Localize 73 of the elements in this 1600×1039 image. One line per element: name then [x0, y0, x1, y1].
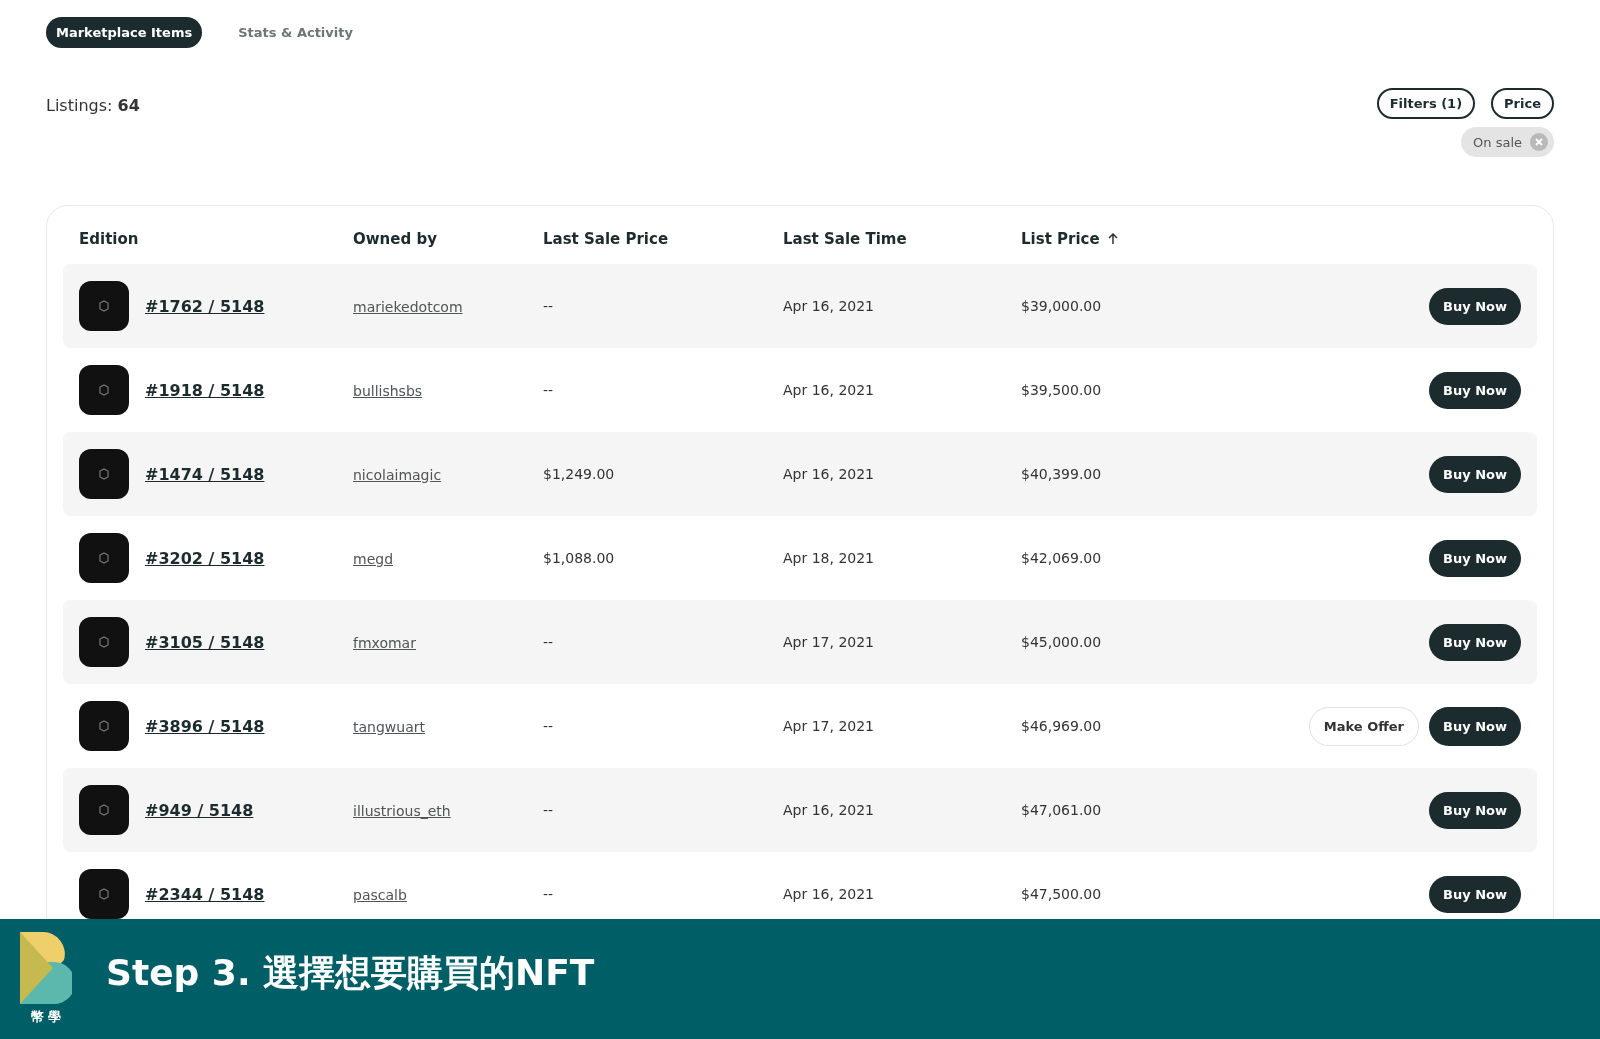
owner-link[interactable]: mariekedotcom: [353, 298, 463, 315]
table-cell-text: $39,000.00: [1021, 298, 1103, 314]
table-cell-text: Apr 18, 2021: [783, 550, 875, 566]
owner-link[interactable]: illustrious_eth: [353, 802, 451, 819]
buy-now-button[interactable]: Buy Now: [1429, 623, 1521, 661]
table-cell-text: Apr 16, 2021: [783, 382, 875, 398]
edition-link[interactable]: #3896 / 5148: [145, 716, 265, 736]
edition-link[interactable]: #949 / 5148: [145, 800, 254, 820]
nft-icon: [98, 552, 110, 564]
table-cell-text: --: [543, 298, 555, 314]
buy-now-button[interactable]: Buy Now: [1429, 539, 1521, 577]
table-cell-text: $47,500.00: [1021, 886, 1103, 902]
filter-button[interactable]: Filters (1): [1376, 88, 1476, 119]
owner-link[interactable]: fmxomar: [353, 634, 416, 651]
table-cell-text: $1,088.00: [543, 550, 616, 566]
column-header[interactable]: Last Sale Time: [783, 230, 1021, 248]
column-header[interactable]: Owned by: [353, 230, 543, 248]
table-cell-text: Apr 16, 2021: [783, 802, 875, 818]
table-cell-text: Apr 16, 2021: [783, 298, 875, 314]
make-offer-button[interactable]: Make Offer: [1308, 706, 1419, 746]
column-header[interactable]: Edition: [79, 230, 353, 248]
nft-icon: [98, 468, 110, 480]
owner-link[interactable]: megd: [353, 550, 394, 567]
edition-link[interactable]: #3202 / 5148: [145, 548, 265, 568]
listings-count: Listings: 64: [46, 96, 140, 115]
buy-now-button[interactable]: Buy Now: [1429, 706, 1521, 746]
nft-icon: [98, 384, 110, 396]
table-cell-text: $45,000.00: [1021, 634, 1103, 650]
table-cell-text: Apr 17, 2021: [783, 718, 875, 734]
table-cell-text: $40,399.00: [1021, 466, 1103, 482]
table-cell-text: --: [543, 718, 555, 734]
table-cell-text: $39,500.00: [1021, 382, 1103, 398]
table-cell-text: $47,061.00: [1021, 802, 1103, 818]
filter-chip[interactable]: On sale: [1461, 127, 1554, 157]
nft-icon: [98, 720, 110, 732]
owner-link[interactable]: nicolaimagic: [353, 466, 442, 483]
owner-link[interactable]: pascalb: [353, 886, 407, 903]
nft-icon: [98, 636, 110, 648]
table-cell-text: $42,069.00: [1021, 550, 1103, 566]
chip-label: On sale: [1473, 134, 1522, 150]
table-cell-text: --: [543, 802, 555, 818]
table-cell-text: --: [543, 382, 555, 398]
tab[interactable]: Marketplace Items: [46, 17, 203, 48]
table-cell-text: $1,249.00: [543, 466, 616, 482]
edition-link[interactable]: #1474 / 5148: [145, 464, 265, 484]
column-header[interactable]: Last Sale Price: [543, 230, 783, 248]
nft-icon: [98, 888, 110, 900]
table-cell-text: Apr 17, 2021: [783, 634, 875, 650]
logo-icon: [20, 932, 72, 1004]
caption-title: Step 3. 選擇想要購買的NFT: [106, 950, 595, 995]
table-cell-text: Apr 16, 2021: [783, 466, 875, 482]
buy-now-button[interactable]: Buy Now: [1429, 371, 1521, 409]
buy-now-button[interactable]: Buy Now: [1429, 875, 1521, 913]
buy-now-button[interactable]: Buy Now: [1429, 287, 1521, 325]
buy-now-button[interactable]: Buy Now: [1429, 455, 1521, 493]
close-icon[interactable]: [1530, 133, 1548, 151]
owner-link[interactable]: tangwuart: [353, 718, 425, 735]
column-header[interactable]: List Price: [1021, 230, 1521, 248]
edition-link[interactable]: #2344 / 5148: [145, 884, 265, 904]
table-cell-text: --: [543, 886, 555, 902]
table-cell-text: Apr 16, 2021: [783, 886, 875, 902]
filter-button[interactable]: Price: [1491, 88, 1554, 119]
nft-icon: [98, 300, 110, 312]
nft-icon: [98, 804, 110, 816]
table-cell-text: --: [543, 634, 555, 650]
logo-text: 幣 學: [30, 1008, 62, 1026]
table-cell-text: $46,969.00: [1021, 718, 1103, 734]
edition-link[interactable]: #1918 / 5148: [145, 380, 265, 400]
edition-link[interactable]: #3105 / 5148: [145, 632, 265, 652]
tab[interactable]: Stats & Activity: [228, 17, 363, 48]
buy-now-button[interactable]: Buy Now: [1429, 791, 1521, 829]
edition-link[interactable]: #1762 / 5148: [145, 296, 265, 316]
owner-link[interactable]: bullishsbs: [353, 382, 423, 399]
